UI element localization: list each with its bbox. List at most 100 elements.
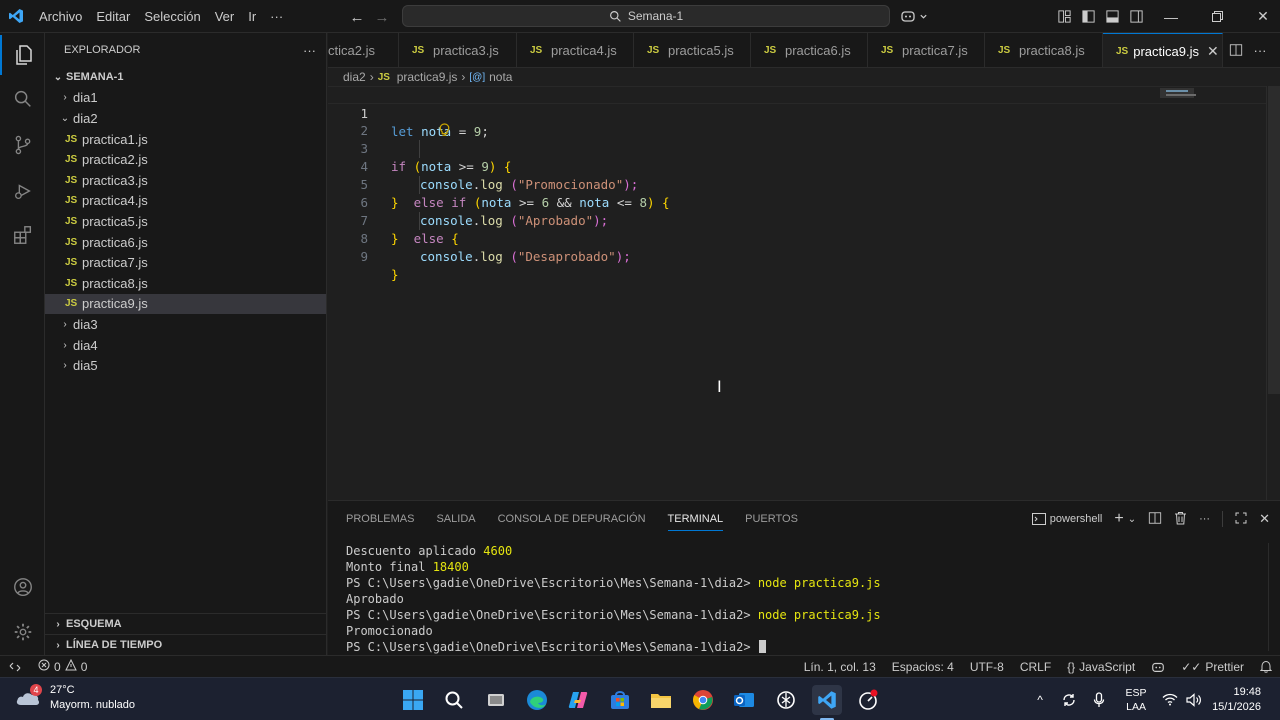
breadcrumb-folder[interactable]: dia2 — [343, 70, 366, 84]
notifications-bell-icon[interactable] — [1252, 660, 1280, 673]
copilot-app-icon[interactable] — [563, 685, 593, 715]
terminal-shell-selector[interactable]: powershell — [1031, 513, 1102, 525]
chatgpt-app-icon[interactable] — [771, 685, 801, 715]
vscode-taskbar-icon[interactable] — [812, 685, 842, 715]
file-practica7[interactable]: JS practica7.js — [45, 252, 326, 273]
tab-problems[interactable]: PROBLEMAS — [346, 501, 414, 537]
workspace-root[interactable]: ⌄ SEMANA-1 — [45, 67, 326, 88]
input-language[interactable]: ESP LAA — [1114, 686, 1158, 714]
breadcrumb-symbol[interactable]: nota — [489, 70, 512, 84]
system-clock[interactable]: 19:48 15/1/2026 — [1206, 685, 1280, 715]
file-practica2[interactable]: JS practica2.js — [45, 149, 326, 170]
tab-practica8[interactable]: JS practica8.js — [985, 33, 1103, 67]
file-practica5[interactable]: JS practica5.js — [45, 211, 326, 232]
close-window-icon[interactable]: ✕ — [1240, 0, 1280, 33]
toggle-primary-sidebar-icon[interactable] — [1076, 9, 1100, 24]
toggle-panel-icon[interactable] — [1100, 9, 1124, 24]
cursor-position[interactable]: Lín. 1, col. 13 — [796, 660, 884, 674]
split-terminal-icon[interactable] — [1148, 511, 1162, 528]
language-mode[interactable]: {} JavaScript — [1059, 660, 1143, 674]
split-editor-icon[interactable] — [1223, 33, 1249, 67]
sync-icon[interactable] — [1054, 693, 1084, 707]
folder-dia5[interactable]: › dia5 — [45, 355, 326, 376]
copilot-status-icon[interactable] — [1143, 660, 1173, 674]
terminal-scrollbar[interactable] — [1268, 543, 1280, 651]
code-editor[interactable]: 1 let nota = 9; 2 3 if (nota >= 9) { 4 c… — [328, 86, 1280, 500]
recording-app-icon[interactable] — [853, 685, 883, 715]
menu-more[interactable]: ··· — [263, 0, 290, 33]
file-practica4[interactable]: JS practica4.js — [45, 191, 326, 212]
editor-more-actions[interactable]: ··· — [1249, 33, 1271, 67]
tab-terminal[interactable]: TERMINAL — [667, 501, 723, 537]
new-terminal-plus-icon[interactable]: + — [1114, 510, 1123, 528]
folder-dia1[interactable]: › dia1 — [45, 88, 326, 109]
problems-indicator[interactable]: 0 0 — [30, 658, 95, 674]
menu-ver[interactable]: Ver — [208, 0, 242, 33]
toggle-secondary-sidebar-icon[interactable] — [1124, 9, 1148, 24]
windows-start-icon[interactable] — [398, 685, 428, 715]
chevron-down-icon[interactable]: ⌄ — [1128, 514, 1136, 525]
tab-practica5[interactable]: JS practica5.js — [634, 33, 751, 67]
run-debug-icon[interactable] — [0, 171, 45, 211]
file-practica3[interactable]: JS practica3.js — [45, 170, 326, 191]
command-center-search[interactable]: Semana-1 — [402, 5, 890, 27]
tab-output[interactable]: SALIDA — [436, 501, 475, 537]
terminal-output[interactable]: Descuento aplicado 4600 Monto final 1840… — [346, 543, 1266, 655]
weather-widget[interactable]: 4 27°C Mayorm. nublado — [14, 683, 135, 713]
account-icon[interactable] — [0, 567, 45, 607]
search-icon[interactable] — [0, 79, 45, 119]
indentation[interactable]: Espacios: 4 — [884, 660, 962, 674]
source-control-icon[interactable] — [0, 125, 45, 165]
microsoft-store-icon[interactable] — [605, 685, 635, 715]
panel-more-actions[interactable]: ··· — [1199, 513, 1210, 525]
outlook-mail-icon[interactable] — [729, 685, 759, 715]
timeline-section[interactable]: › LÍNEA DE TIEMPO — [45, 634, 327, 655]
close-tab-icon[interactable]: ✕ — [1207, 43, 1219, 60]
explorer-more-button[interactable]: ··· — [303, 43, 316, 58]
task-view-icon[interactable] — [481, 685, 511, 715]
chrome-browser-icon[interactable] — [688, 685, 718, 715]
folder-dia3[interactable]: › dia3 — [45, 314, 326, 335]
menu-archivo[interactable]: Archivo — [32, 0, 89, 33]
edge-browser-icon[interactable] — [522, 685, 552, 715]
scrollbar-thumb[interactable] — [1268, 86, 1280, 394]
copilot-menu[interactable] — [900, 8, 928, 24]
minimize-icon[interactable]: — — [1148, 0, 1194, 33]
forward-arrow-icon[interactable]: → — [372, 7, 392, 27]
restore-icon[interactable] — [1194, 0, 1240, 33]
breadcrumb-file[interactable]: practica9.js — [397, 70, 458, 84]
chevron-up-icon[interactable]: ^ — [1026, 693, 1054, 707]
volume-icon[interactable] — [1182, 692, 1206, 707]
file-practica1[interactable]: JS practica1.js — [45, 129, 326, 150]
close-panel-icon[interactable]: ✕ — [1259, 511, 1270, 527]
encoding[interactable]: UTF-8 — [962, 660, 1012, 674]
wifi-icon[interactable] — [1158, 693, 1182, 706]
customize-layout-icon[interactable] — [1052, 9, 1076, 24]
tab-practica4[interactable]: JS practica4.js — [517, 33, 634, 67]
microphone-icon[interactable] — [1084, 691, 1114, 708]
extensions-icon[interactable] — [0, 215, 45, 255]
tab-practica9-active[interactable]: JS practica9.js ✕ — [1103, 33, 1223, 67]
minimap[interactable] — [1160, 86, 1266, 500]
prettier-status[interactable]: ✓✓ Prettier — [1173, 660, 1252, 674]
file-practica8[interactable]: JS practica8.js — [45, 273, 326, 294]
taskbar-search-icon[interactable] — [439, 685, 469, 715]
outline-section[interactable]: › ESQUEMA — [45, 613, 327, 634]
folder-dia2[interactable]: ⌄ dia2 — [45, 108, 326, 129]
menu-seleccion[interactable]: Selección — [137, 0, 207, 33]
maximize-panel-icon[interactable] — [1235, 512, 1247, 527]
tab-practica6[interactable]: JS practica6.js — [751, 33, 868, 67]
back-arrow-icon[interactable]: ← — [347, 7, 367, 27]
tab-debug-console[interactable]: CONSOLA DE DEPURACIÓN — [498, 501, 646, 537]
file-practica9[interactable]: JS practica9.js — [45, 293, 326, 315]
settings-gear-icon[interactable] — [0, 612, 45, 652]
tab-practica2[interactable]: ctica2.js — [328, 33, 399, 67]
trash-icon[interactable] — [1174, 511, 1187, 528]
remote-indicator-icon[interactable] — [0, 656, 30, 677]
editor-scrollbar[interactable] — [1266, 86, 1280, 500]
tab-practica3[interactable]: JS practica3.js — [399, 33, 517, 67]
end-of-line[interactable]: CRLF — [1012, 660, 1059, 674]
file-practica6[interactable]: JS practica6.js — [45, 232, 326, 253]
menu-editar[interactable]: Editar — [89, 0, 137, 33]
file-explorer-icon[interactable] — [646, 685, 676, 715]
